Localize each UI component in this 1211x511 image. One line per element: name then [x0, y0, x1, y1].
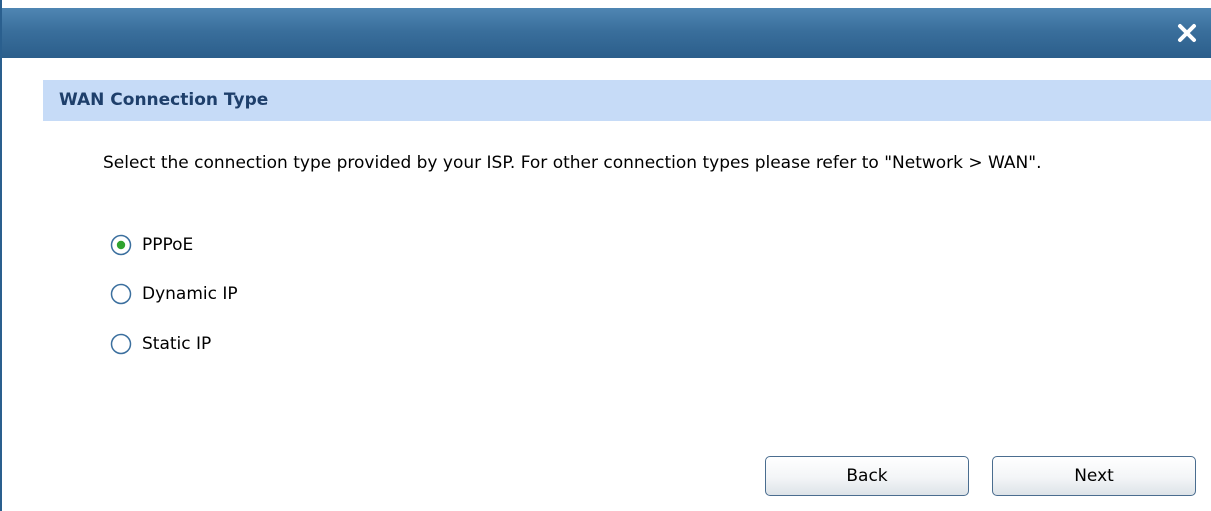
radio-option-dynamic-ip[interactable]: Dynamic IP [110, 276, 238, 312]
next-button[interactable]: Next [992, 456, 1196, 496]
close-button[interactable] [1175, 20, 1199, 46]
section-header: WAN Connection Type [43, 80, 1211, 121]
radio-checked-icon[interactable] [110, 234, 132, 256]
radio-option-pppoe[interactable]: PPPoE [110, 227, 193, 263]
radio-unchecked-icon[interactable] [110, 283, 132, 305]
section-title: WAN Connection Type [59, 90, 269, 110]
wan-wizard-dialog: WAN Connection Type Select the connectio… [0, 0, 1211, 511]
radio-unchecked-icon[interactable] [110, 333, 132, 355]
radio-label-static-ip: Static IP [142, 334, 212, 354]
radio-label-pppoe: PPPoE [142, 235, 194, 255]
radio-option-static-ip[interactable]: Static IP [110, 326, 211, 362]
dialog-titlebar [2, 8, 1211, 58]
connection-type-description: Select the connection type provided by y… [103, 153, 1042, 173]
close-icon [1178, 24, 1196, 42]
radio-label-dynamic-ip: Dynamic IP [142, 284, 238, 304]
back-button[interactable]: Back [765, 456, 969, 496]
